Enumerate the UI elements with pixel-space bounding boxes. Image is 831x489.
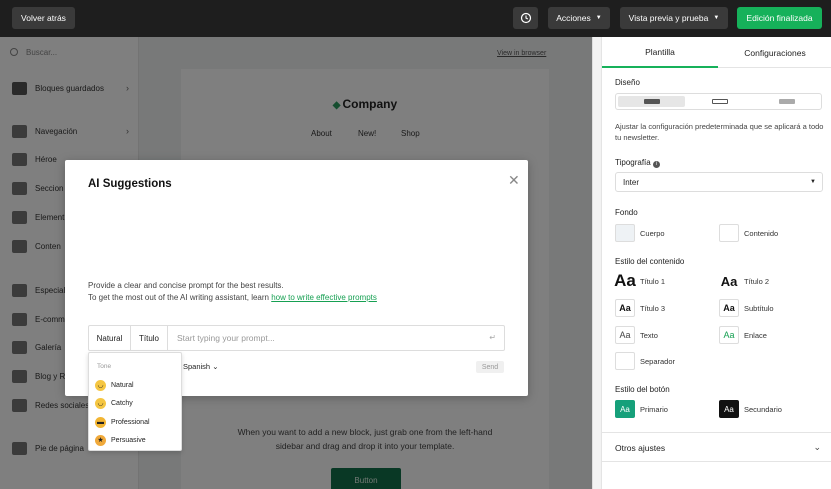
back-button[interactable]: Volver atrás xyxy=(12,7,75,29)
caret-down-icon: ▼ xyxy=(713,15,720,21)
content-color-label: Contenido xyxy=(744,229,779,238)
hint-text: To get the most out of the AI writing as… xyxy=(88,293,269,302)
title3-style-preview[interactable]: Aa xyxy=(615,299,635,317)
divider xyxy=(602,461,831,462)
tone-option-label: Natural xyxy=(111,381,134,389)
prompt-hint: Provide a clear and concise prompt for t… xyxy=(88,280,377,304)
tone-dropdown: Tone ◡ Natural ◡ Catchy ▬ Professional ★ Per… xyxy=(88,352,182,451)
chevron-down-icon[interactable]: ⌄ xyxy=(813,442,821,453)
typography-text: Tipografía xyxy=(615,158,651,167)
tone-header: Tone xyxy=(97,363,112,370)
font-select[interactable]: Inter ▼ xyxy=(615,172,823,192)
language-selector[interactable]: Spanish ⌄ xyxy=(183,362,219,371)
hint-line-1: Provide a clear and concise prompt for t… xyxy=(88,281,284,290)
send-button[interactable]: Send xyxy=(476,361,504,373)
tone-option-label: Professional xyxy=(111,418,150,426)
hint-line-2: To get the most out of the AI writing as… xyxy=(88,292,377,304)
subtitle-style-preview[interactable]: Aa xyxy=(719,299,739,317)
preview-label: Vista previa y prueba xyxy=(628,13,709,23)
title1-style-preview[interactable]: Aa xyxy=(614,271,636,290)
tab-settings[interactable]: Configuraciones xyxy=(718,37,831,68)
history-button[interactable] xyxy=(513,7,538,29)
history-icon xyxy=(520,12,531,24)
tone-option-persuasive[interactable]: ★ Persuasive xyxy=(95,433,179,447)
panel-gutter xyxy=(593,37,602,489)
enter-icon: ↵ xyxy=(489,333,496,342)
layout-option-wide[interactable] xyxy=(686,96,753,107)
layout-option-centered[interactable] xyxy=(618,96,685,107)
button-style-label: Estilo del botón xyxy=(615,385,670,394)
prompt-input[interactable] xyxy=(169,326,489,350)
prompt-bar: Natural Título ↵ xyxy=(88,325,505,351)
modal-title: AI Suggestions xyxy=(88,178,172,190)
format-selector[interactable]: Título xyxy=(131,326,168,350)
effective-prompts-link[interactable]: how to write effective prompts xyxy=(271,293,377,302)
layout-option-full[interactable] xyxy=(754,96,820,107)
content-style-label: Estilo del contenido xyxy=(615,257,685,266)
link-style-preview[interactable]: Aa xyxy=(719,326,739,344)
tone-option-professional[interactable]: ▬ Professional xyxy=(95,415,179,429)
title1-style-label: Título 1 xyxy=(640,277,666,286)
chevron-down-icon: ⌄ xyxy=(212,362,219,371)
design-description: Ajustar la configuración predeterminada … xyxy=(615,122,824,142)
primary-button-preview[interactable]: Aa xyxy=(615,400,635,418)
title3-style-label: Título 3 xyxy=(640,304,666,313)
secondary-button-preview[interactable]: Aa xyxy=(719,400,739,418)
close-icon[interactable]: ✕ xyxy=(508,172,520,189)
language-value: Spanish xyxy=(183,362,211,371)
more-settings-toggle[interactable]: Otros ajustes xyxy=(615,443,665,453)
tone-option-catchy[interactable]: ◡ Catchy xyxy=(95,396,179,410)
actions-label: Acciones xyxy=(556,13,591,23)
body-color-label: Cuerpo xyxy=(640,229,665,238)
text-style-preview[interactable]: Aa xyxy=(615,326,635,344)
smile-emoji-icon: ◡ xyxy=(95,379,106,391)
tone-option-natural[interactable]: ◡ Natural xyxy=(95,378,179,392)
actions-dropdown[interactable]: Acciones ▼ xyxy=(548,7,610,29)
separator-style-label: Separador xyxy=(640,357,676,366)
divider xyxy=(602,432,831,433)
font-value: Inter xyxy=(623,177,640,187)
tone-selector[interactable]: Natural xyxy=(89,326,131,350)
text-style-label: Texto xyxy=(640,331,658,340)
content-color-swatch[interactable] xyxy=(719,224,739,242)
settings-panel: Plantilla Configuraciones Diseño Ajustar… xyxy=(592,37,831,489)
design-label: Diseño xyxy=(615,78,640,87)
caret-down-icon: ▼ xyxy=(810,179,816,185)
subtitle-style-label: Subtítulo xyxy=(744,304,774,313)
layout-selector xyxy=(615,93,822,110)
sunglasses-emoji-icon: ▬ xyxy=(95,416,106,428)
panel-tabs: Plantilla Configuraciones xyxy=(602,37,831,68)
secondary-button-label: Secundario xyxy=(744,405,782,414)
layout-wide-icon xyxy=(711,99,728,104)
tab-template[interactable]: Plantilla xyxy=(602,37,718,68)
link-style-label: Enlace xyxy=(744,331,767,340)
layout-centered-icon xyxy=(643,99,660,104)
background-label: Fondo xyxy=(615,208,638,217)
tone-option-label: Catchy xyxy=(111,399,133,407)
preview-dropdown[interactable]: Vista previa y prueba ▼ xyxy=(620,7,728,29)
starstruck-emoji-icon: ★ xyxy=(95,434,106,446)
wink-emoji-icon: ◡ xyxy=(95,397,106,409)
finish-editing-button[interactable]: Edición finalizada xyxy=(737,7,822,29)
layout-full-icon xyxy=(779,99,795,104)
tone-option-label: Persuasive xyxy=(111,436,146,444)
body-color-swatch[interactable] xyxy=(615,224,635,242)
title2-style-preview[interactable]: Aa xyxy=(719,272,739,290)
info-icon: i xyxy=(652,161,660,168)
caret-down-icon: ▼ xyxy=(595,15,602,21)
separator-style-preview[interactable] xyxy=(615,352,635,370)
title2-style-label: Título 2 xyxy=(744,277,770,286)
primary-button-label: Primario xyxy=(640,405,668,414)
top-bar: Volver atrás Acciones ▼ Vista previa y pr… xyxy=(0,0,831,37)
typography-label: Tipografía i xyxy=(615,158,660,168)
